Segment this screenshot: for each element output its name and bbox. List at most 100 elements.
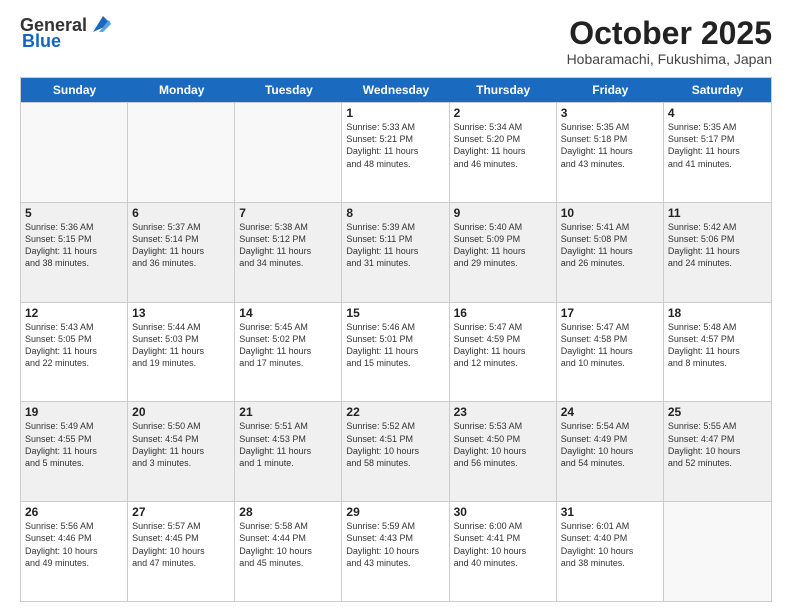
cell-info: Sunrise: 6:00 AMSunset: 4:41 PMDaylight:… — [454, 520, 552, 569]
day-number: 13 — [132, 306, 230, 320]
day-number: 6 — [132, 206, 230, 220]
header-monday: Monday — [128, 78, 235, 102]
day-number: 17 — [561, 306, 659, 320]
cell-info: Sunrise: 5:44 AMSunset: 5:03 PMDaylight:… — [132, 321, 230, 370]
week-1: 1 Sunrise: 5:33 AMSunset: 5:21 PMDayligh… — [21, 102, 771, 202]
cell-oct-1: 1 Sunrise: 5:33 AMSunset: 5:21 PMDayligh… — [342, 103, 449, 202]
cell-info: Sunrise: 5:47 AMSunset: 4:59 PMDaylight:… — [454, 321, 552, 370]
cell-oct-3: 3 Sunrise: 5:35 AMSunset: 5:18 PMDayligh… — [557, 103, 664, 202]
cell-info: Sunrise: 5:55 AMSunset: 4:47 PMDaylight:… — [668, 420, 767, 469]
cell-info: Sunrise: 5:48 AMSunset: 4:57 PMDaylight:… — [668, 321, 767, 370]
cell-info: Sunrise: 5:36 AMSunset: 5:15 PMDaylight:… — [25, 221, 123, 270]
cell-oct-4: 4 Sunrise: 5:35 AMSunset: 5:17 PMDayligh… — [664, 103, 771, 202]
header-thursday: Thursday — [450, 78, 557, 102]
calendar-body: 1 Sunrise: 5:33 AMSunset: 5:21 PMDayligh… — [21, 102, 771, 601]
location: Hobaramachi, Fukushima, Japan — [567, 51, 772, 67]
month-title: October 2025 — [567, 16, 772, 51]
cell-info: Sunrise: 5:53 AMSunset: 4:50 PMDaylight:… — [454, 420, 552, 469]
day-number: 10 — [561, 206, 659, 220]
cell-info: Sunrise: 5:39 AMSunset: 5:11 PMDaylight:… — [346, 221, 444, 270]
cell-oct-20: 20 Sunrise: 5:50 AMSunset: 4:54 PMDaylig… — [128, 402, 235, 501]
page-container: General Blue October 2025 Hobaramachi, F… — [0, 0, 792, 612]
day-number: 30 — [454, 505, 552, 519]
day-number: 2 — [454, 106, 552, 120]
cell-oct-21: 21 Sunrise: 5:51 AMSunset: 4:53 PMDaylig… — [235, 402, 342, 501]
logo-blue: Blue — [20, 32, 61, 52]
week-5: 26 Sunrise: 5:56 AMSunset: 4:46 PMDaylig… — [21, 501, 771, 601]
cell-info: Sunrise: 5:57 AMSunset: 4:45 PMDaylight:… — [132, 520, 230, 569]
logo-icon — [89, 14, 111, 36]
header-friday: Friday — [557, 78, 664, 102]
cell-info: Sunrise: 5:37 AMSunset: 5:14 PMDaylight:… — [132, 221, 230, 270]
cell-oct-27: 27 Sunrise: 5:57 AMSunset: 4:45 PMDaylig… — [128, 502, 235, 601]
cell-oct-15: 15 Sunrise: 5:46 AMSunset: 5:01 PMDaylig… — [342, 303, 449, 402]
cell-oct-18: 18 Sunrise: 5:48 AMSunset: 4:57 PMDaylig… — [664, 303, 771, 402]
cell-oct-12: 12 Sunrise: 5:43 AMSunset: 5:05 PMDaylig… — [21, 303, 128, 402]
cell-oct-16: 16 Sunrise: 5:47 AMSunset: 4:59 PMDaylig… — [450, 303, 557, 402]
cell-empty — [21, 103, 128, 202]
day-number: 27 — [132, 505, 230, 519]
cell-info: Sunrise: 5:47 AMSunset: 4:58 PMDaylight:… — [561, 321, 659, 370]
cell-oct-30: 30 Sunrise: 6:00 AMSunset: 4:41 PMDaylig… — [450, 502, 557, 601]
day-number: 4 — [668, 106, 767, 120]
cell-oct-2: 2 Sunrise: 5:34 AMSunset: 5:20 PMDayligh… — [450, 103, 557, 202]
cell-info: Sunrise: 5:46 AMSunset: 5:01 PMDaylight:… — [346, 321, 444, 370]
day-number: 3 — [561, 106, 659, 120]
header-sunday: Sunday — [21, 78, 128, 102]
cell-oct-13: 13 Sunrise: 5:44 AMSunset: 5:03 PMDaylig… — [128, 303, 235, 402]
cell-info: Sunrise: 5:54 AMSunset: 4:49 PMDaylight:… — [561, 420, 659, 469]
cell-oct-28: 28 Sunrise: 5:58 AMSunset: 4:44 PMDaylig… — [235, 502, 342, 601]
cell-oct-7: 7 Sunrise: 5:38 AMSunset: 5:12 PMDayligh… — [235, 203, 342, 302]
cell-info: Sunrise: 5:43 AMSunset: 5:05 PMDaylight:… — [25, 321, 123, 370]
cell-oct-14: 14 Sunrise: 5:45 AMSunset: 5:02 PMDaylig… — [235, 303, 342, 402]
cell-info: Sunrise: 5:45 AMSunset: 5:02 PMDaylight:… — [239, 321, 337, 370]
calendar: Sunday Monday Tuesday Wednesday Thursday… — [20, 77, 772, 602]
day-number: 9 — [454, 206, 552, 220]
cell-info: Sunrise: 5:42 AMSunset: 5:06 PMDaylight:… — [668, 221, 767, 270]
cell-oct-19: 19 Sunrise: 5:49 AMSunset: 4:55 PMDaylig… — [21, 402, 128, 501]
day-number: 23 — [454, 405, 552, 419]
cell-info: Sunrise: 5:38 AMSunset: 5:12 PMDaylight:… — [239, 221, 337, 270]
cell-oct-17: 17 Sunrise: 5:47 AMSunset: 4:58 PMDaylig… — [557, 303, 664, 402]
cell-oct-11: 11 Sunrise: 5:42 AMSunset: 5:06 PMDaylig… — [664, 203, 771, 302]
cell-info: Sunrise: 5:59 AMSunset: 4:43 PMDaylight:… — [346, 520, 444, 569]
day-number: 12 — [25, 306, 123, 320]
day-number: 28 — [239, 505, 337, 519]
cell-oct-23: 23 Sunrise: 5:53 AMSunset: 4:50 PMDaylig… — [450, 402, 557, 501]
cell-oct-26: 26 Sunrise: 5:56 AMSunset: 4:46 PMDaylig… — [21, 502, 128, 601]
cell-oct-25: 25 Sunrise: 5:55 AMSunset: 4:47 PMDaylig… — [664, 402, 771, 501]
cell-oct-31: 31 Sunrise: 6:01 AMSunset: 4:40 PMDaylig… — [557, 502, 664, 601]
page-header: General Blue October 2025 Hobaramachi, F… — [20, 16, 772, 67]
cell-info: Sunrise: 5:50 AMSunset: 4:54 PMDaylight:… — [132, 420, 230, 469]
day-number: 22 — [346, 405, 444, 419]
week-4: 19 Sunrise: 5:49 AMSunset: 4:55 PMDaylig… — [21, 401, 771, 501]
cell-oct-8: 8 Sunrise: 5:39 AMSunset: 5:11 PMDayligh… — [342, 203, 449, 302]
day-number: 15 — [346, 306, 444, 320]
cell-oct-22: 22 Sunrise: 5:52 AMSunset: 4:51 PMDaylig… — [342, 402, 449, 501]
week-2: 5 Sunrise: 5:36 AMSunset: 5:15 PMDayligh… — [21, 202, 771, 302]
header-tuesday: Tuesday — [235, 78, 342, 102]
cell-oct-5: 5 Sunrise: 5:36 AMSunset: 5:15 PMDayligh… — [21, 203, 128, 302]
cell-oct-6: 6 Sunrise: 5:37 AMSunset: 5:14 PMDayligh… — [128, 203, 235, 302]
cell-info: Sunrise: 5:35 AMSunset: 5:17 PMDaylight:… — [668, 121, 767, 170]
title-block: October 2025 Hobaramachi, Fukushima, Jap… — [567, 16, 772, 67]
cell-empty — [128, 103, 235, 202]
calendar-header: Sunday Monday Tuesday Wednesday Thursday… — [21, 78, 771, 102]
cell-empty — [664, 502, 771, 601]
cell-info: Sunrise: 5:34 AMSunset: 5:20 PMDaylight:… — [454, 121, 552, 170]
day-number: 18 — [668, 306, 767, 320]
cell-info: Sunrise: 5:52 AMSunset: 4:51 PMDaylight:… — [346, 420, 444, 469]
day-number: 21 — [239, 405, 337, 419]
cell-oct-9: 9 Sunrise: 5:40 AMSunset: 5:09 PMDayligh… — [450, 203, 557, 302]
day-number: 25 — [668, 405, 767, 419]
day-number: 11 — [668, 206, 767, 220]
day-number: 16 — [454, 306, 552, 320]
cell-oct-10: 10 Sunrise: 5:41 AMSunset: 5:08 PMDaylig… — [557, 203, 664, 302]
cell-oct-29: 29 Sunrise: 5:59 AMSunset: 4:43 PMDaylig… — [342, 502, 449, 601]
day-number: 20 — [132, 405, 230, 419]
cell-info: Sunrise: 5:49 AMSunset: 4:55 PMDaylight:… — [25, 420, 123, 469]
cell-info: Sunrise: 5:51 AMSunset: 4:53 PMDaylight:… — [239, 420, 337, 469]
cell-info: Sunrise: 5:56 AMSunset: 4:46 PMDaylight:… — [25, 520, 123, 569]
day-number: 26 — [25, 505, 123, 519]
cell-empty — [235, 103, 342, 202]
